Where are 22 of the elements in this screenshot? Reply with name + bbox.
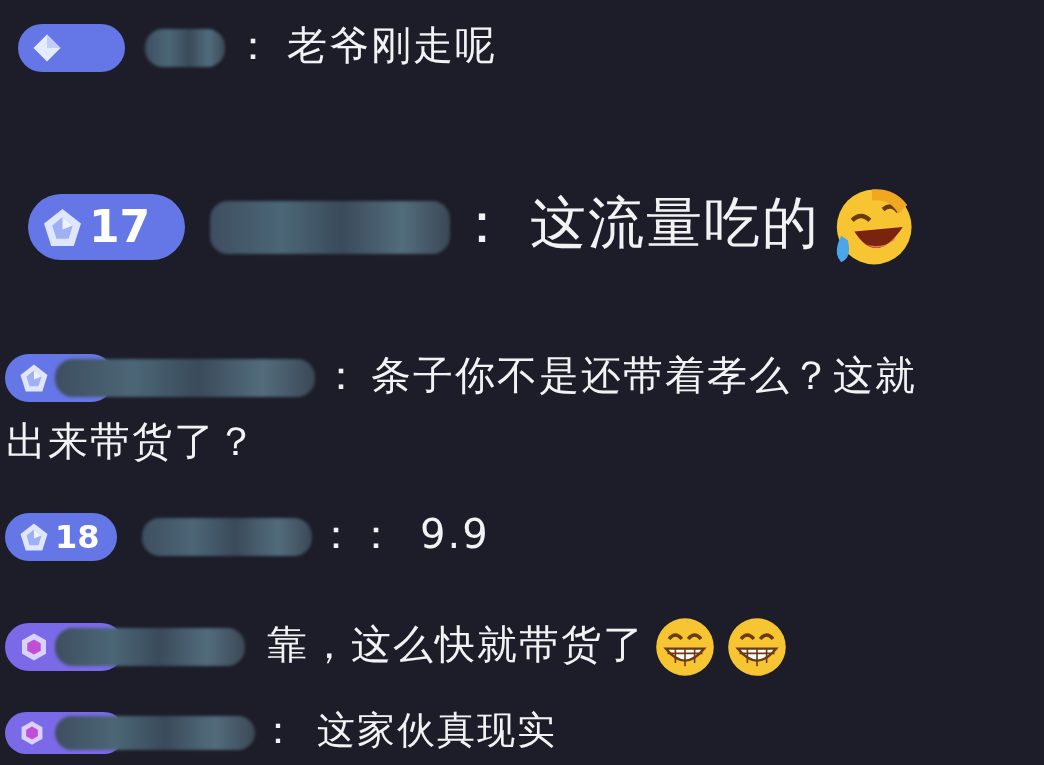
chat-message: 这流量吃的 <box>530 190 820 256</box>
pentagon-gem-icon <box>42 206 83 248</box>
chat-message: 条子你不是还带着孝么？这就 <box>371 352 917 398</box>
crystal-icon <box>19 632 49 662</box>
chat-message: 靠，这么快就带货了 <box>267 621 645 667</box>
colon-separator: ：： <box>316 511 396 557</box>
colon-separator: ： <box>321 352 361 398</box>
colon-separator: ： <box>233 22 273 68</box>
pentagon-gem-icon <box>19 522 49 552</box>
level-number: 18 <box>55 517 100 558</box>
grinning-face-emoji-icon <box>725 615 789 679</box>
colon-separator: ： <box>259 708 297 752</box>
chat-message: 老爷刚走呢 <box>287 22 497 68</box>
chat-message: 这家伙真现实 <box>317 708 557 752</box>
level-number: 17 <box>89 200 151 254</box>
diamond-icon <box>32 33 62 63</box>
chat-message-continuation: 出来带货了？ <box>6 417 258 466</box>
grinning-face-emoji-icon <box>653 615 717 679</box>
pentagon-gem-icon <box>19 363 49 393</box>
chat-message: 9.9 <box>420 511 490 557</box>
colon-separator: ： <box>454 190 510 256</box>
crystal-icon <box>19 719 45 746</box>
